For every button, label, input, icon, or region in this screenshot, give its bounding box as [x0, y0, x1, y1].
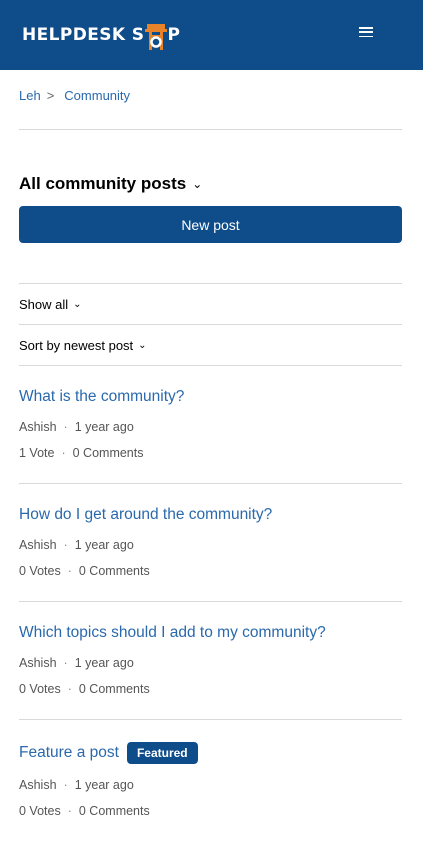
post-comments: 0 Comments: [78, 682, 150, 696]
shop-icon: [145, 18, 168, 52]
post-stats: 1 Vote · 0 Comments: [19, 446, 144, 460]
chevron-down-icon: ⌄: [192, 177, 203, 191]
chevron-down-icon: ⌄: [138, 339, 147, 351]
post-comments: 0 Comments: [78, 804, 150, 818]
post-meta: Ashish · 1 year ago: [19, 538, 134, 552]
chevron-down-icon: ⌄: [73, 298, 82, 310]
new-post-button[interactable]: New post: [19, 206, 402, 243]
page-title-text: All community posts: [19, 174, 187, 193]
helpdesk-shop-logo[interactable]: HELPDESK S P: [22, 18, 180, 52]
post-time: 1 year ago: [74, 778, 134, 792]
breadcrumb-home[interactable]: Leh: [19, 88, 41, 103]
logo-text-right: P: [167, 25, 181, 45]
post-time: 1 year ago: [74, 420, 134, 434]
post-title-link[interactable]: Feature a post Featured: [19, 742, 402, 764]
site-header: HELPDESK S P: [0, 0, 423, 70]
post-meta: Ashish · 1 year ago: [19, 420, 134, 434]
featured-badge: Featured: [126, 742, 198, 764]
divider: [19, 129, 402, 130]
post-stats: 0 Votes · 0 Comments: [19, 564, 150, 578]
post-title-link[interactable]: How do I get around the community?: [19, 506, 402, 524]
post-meta: Ashish · 1 year ago: [19, 778, 134, 792]
post-title-link[interactable]: Which topics should I add to my communit…: [19, 624, 402, 642]
post-stats: 0 Votes · 0 Comments: [19, 804, 150, 818]
post-comments: 0 Comments: [78, 564, 150, 578]
main-content: Leh > Community All community posts ⌄ Ne…: [0, 88, 423, 838]
post-votes: 0 Votes: [19, 804, 61, 818]
post-item: What is the community? Ashish · 1 year a…: [19, 366, 402, 484]
post-time: 1 year ago: [74, 656, 134, 670]
breadcrumb-separator: >: [46, 88, 55, 103]
post-votes: 0 Votes: [19, 682, 61, 696]
sort-label: Sort by newest post: [19, 337, 134, 353]
hamburger-menu-icon[interactable]: [359, 26, 373, 38]
post-author: Ashish: [19, 778, 57, 792]
breadcrumb-community[interactable]: Community: [64, 88, 130, 103]
post-title-link[interactable]: What is the community?: [19, 388, 402, 406]
post-stats: 0 Votes · 0 Comments: [19, 682, 150, 696]
post-time: 1 year ago: [74, 538, 134, 552]
post-title-text: Feature a post: [19, 744, 119, 761]
filter-label: Show all: [19, 296, 69, 312]
post-author: Ashish: [19, 538, 57, 552]
post-meta: Ashish · 1 year ago: [19, 656, 134, 670]
post-author: Ashish: [19, 420, 57, 434]
post-item: Which topics should I add to my communit…: [19, 602, 402, 720]
post-author: Ashish: [19, 656, 57, 670]
post-comments: 0 Comments: [72, 446, 144, 460]
breadcrumb: Leh > Community: [19, 88, 402, 103]
post-item: Feature a post Featured Ashish · 1 year …: [19, 720, 402, 838]
post-list: What is the community? Ashish · 1 year a…: [19, 366, 402, 838]
logo-text-left: HELPDESK S: [22, 25, 145, 45]
show-all-filter[interactable]: Show all ⌄: [19, 284, 402, 324]
post-votes: 1 Vote: [19, 446, 55, 460]
sort-dropdown[interactable]: Sort by newest post ⌄: [19, 325, 402, 365]
post-votes: 0 Votes: [19, 564, 61, 578]
page-title[interactable]: All community posts ⌄: [19, 174, 402, 194]
post-item: How do I get around the community? Ashis…: [19, 484, 402, 602]
